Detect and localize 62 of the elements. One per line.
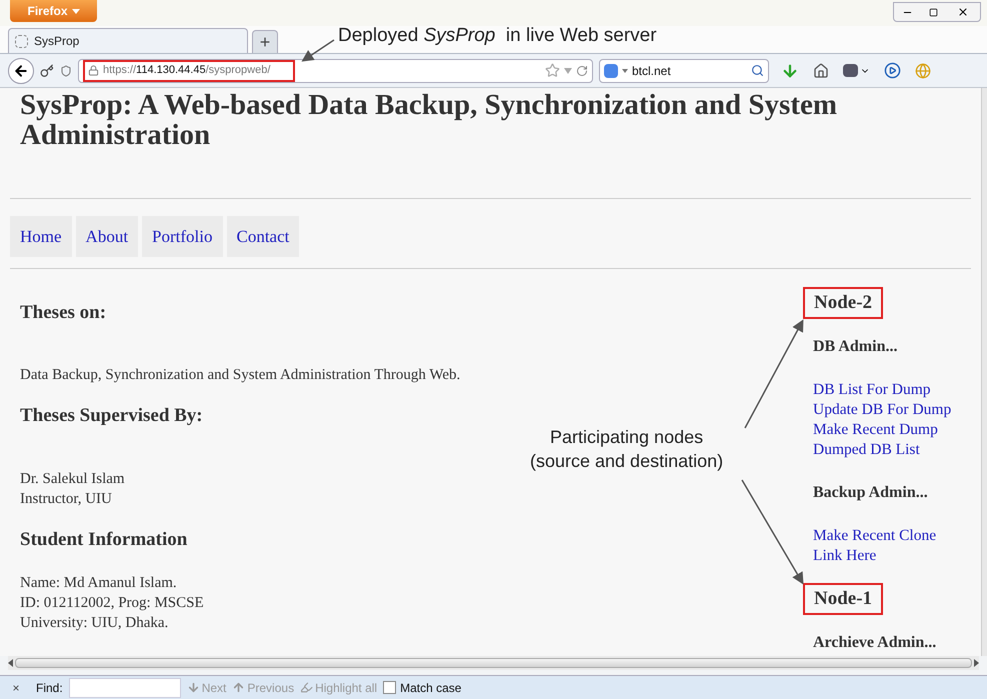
nav-link[interactable]: Home	[10, 216, 72, 257]
play-icon[interactable]	[884, 62, 901, 79]
sidebar-heading: DB Admin...	[813, 337, 898, 357]
body-text: Instructor, UIU	[20, 490, 112, 509]
sidebar-link[interactable]: Dumped DB List	[813, 440, 920, 460]
shield-icon	[60, 64, 72, 76]
vertical-scrollbar[interactable]	[981, 88, 987, 656]
body-text: University: UIU, Dhaka.	[20, 614, 168, 633]
body-text: ID: 012112002, Prog: MSCSE	[20, 594, 204, 613]
browser-tab[interactable]: SysProp	[8, 28, 248, 53]
highlighter-icon	[300, 681, 314, 694]
section-heading: Theses Supervised By:	[20, 404, 204, 428]
section-heading: Student Information	[20, 528, 188, 552]
home-icon[interactable]	[813, 62, 829, 78]
close-find-button[interactable]: ×	[8, 678, 24, 696]
nav-link[interactable]: Contact	[226, 216, 300, 257]
annotation-arrow	[302, 39, 334, 62]
section-heading: Theses on:	[20, 301, 108, 325]
back-button[interactable]	[8, 58, 34, 84]
search-field[interactable]: btcl.net	[599, 58, 769, 82]
sidebar-link[interactable]: Make Recent Clone	[813, 526, 936, 546]
reload-icon[interactable]	[576, 64, 588, 76]
annotation-text: (source and destination)	[530, 450, 724, 473]
sidebar-link[interactable]: Make Recent Dump	[813, 420, 938, 440]
body-text: Data Backup, Synchronization and System Administration Through Web.	[20, 366, 460, 385]
annotation-text: Deployed SysProp in live Web server	[338, 24, 657, 48]
lock-icon	[88, 65, 99, 76]
page-title: SysProp: A Web-based Data Backup, Synchronization and System Administration	[19, 88, 838, 153]
dropdown-icon	[72, 8, 80, 14]
down-arrow-icon	[186, 681, 200, 694]
search-icon[interactable]	[751, 64, 764, 77]
annotation-text: Participating nodes	[549, 426, 704, 449]
node-label: Node-1	[803, 583, 884, 615]
up-arrow-icon	[232, 681, 246, 694]
body-text: Name: Md Amanul Islam.	[20, 574, 177, 593]
bookmarks-button[interactable]	[843, 64, 870, 77]
body-text: Dr. Salekul Islam	[20, 470, 125, 489]
scroll-right-icon[interactable]	[974, 659, 979, 667]
node-label: Node-2	[803, 287, 884, 319]
sidebar-heading: Backup Admin...	[813, 483, 928, 503]
find-label: Find:	[36, 680, 63, 696]
bookmark-star-icon[interactable]	[545, 63, 560, 78]
find-field[interactable]	[68, 678, 181, 698]
download-icon[interactable]	[781, 62, 799, 80]
close-icon	[957, 6, 969, 18]
sidebar-heading: Archieve Admin...	[813, 633, 936, 653]
url-text: https://114.130.44.45/syspropweb/	[103, 63, 270, 78]
dropdown-icon[interactable]	[622, 68, 628, 72]
sidebar-link[interactable]: Update DB For Dump	[813, 400, 952, 420]
sidebar-link[interactable]: DB List For Dump	[813, 380, 931, 400]
page-icon	[15, 34, 28, 48]
address-bar[interactable]: https://114.130.44.45/syspropweb/	[78, 58, 593, 82]
match-case-checkbox[interactable]: Match case	[383, 678, 462, 696]
nav-link[interactable]: About	[76, 216, 138, 257]
dropdown-icon[interactable]	[564, 68, 572, 74]
maximize-icon	[928, 8, 938, 16]
search-text: btcl.net	[632, 62, 672, 80]
key-icon	[40, 64, 54, 78]
horizontal-scrollbar[interactable]	[8, 656, 979, 670]
sidebar-link[interactable]: Link Here	[813, 546, 876, 566]
nav-link[interactable]: Portfolio	[142, 216, 222, 257]
new-tab-button[interactable]: +	[252, 30, 278, 53]
